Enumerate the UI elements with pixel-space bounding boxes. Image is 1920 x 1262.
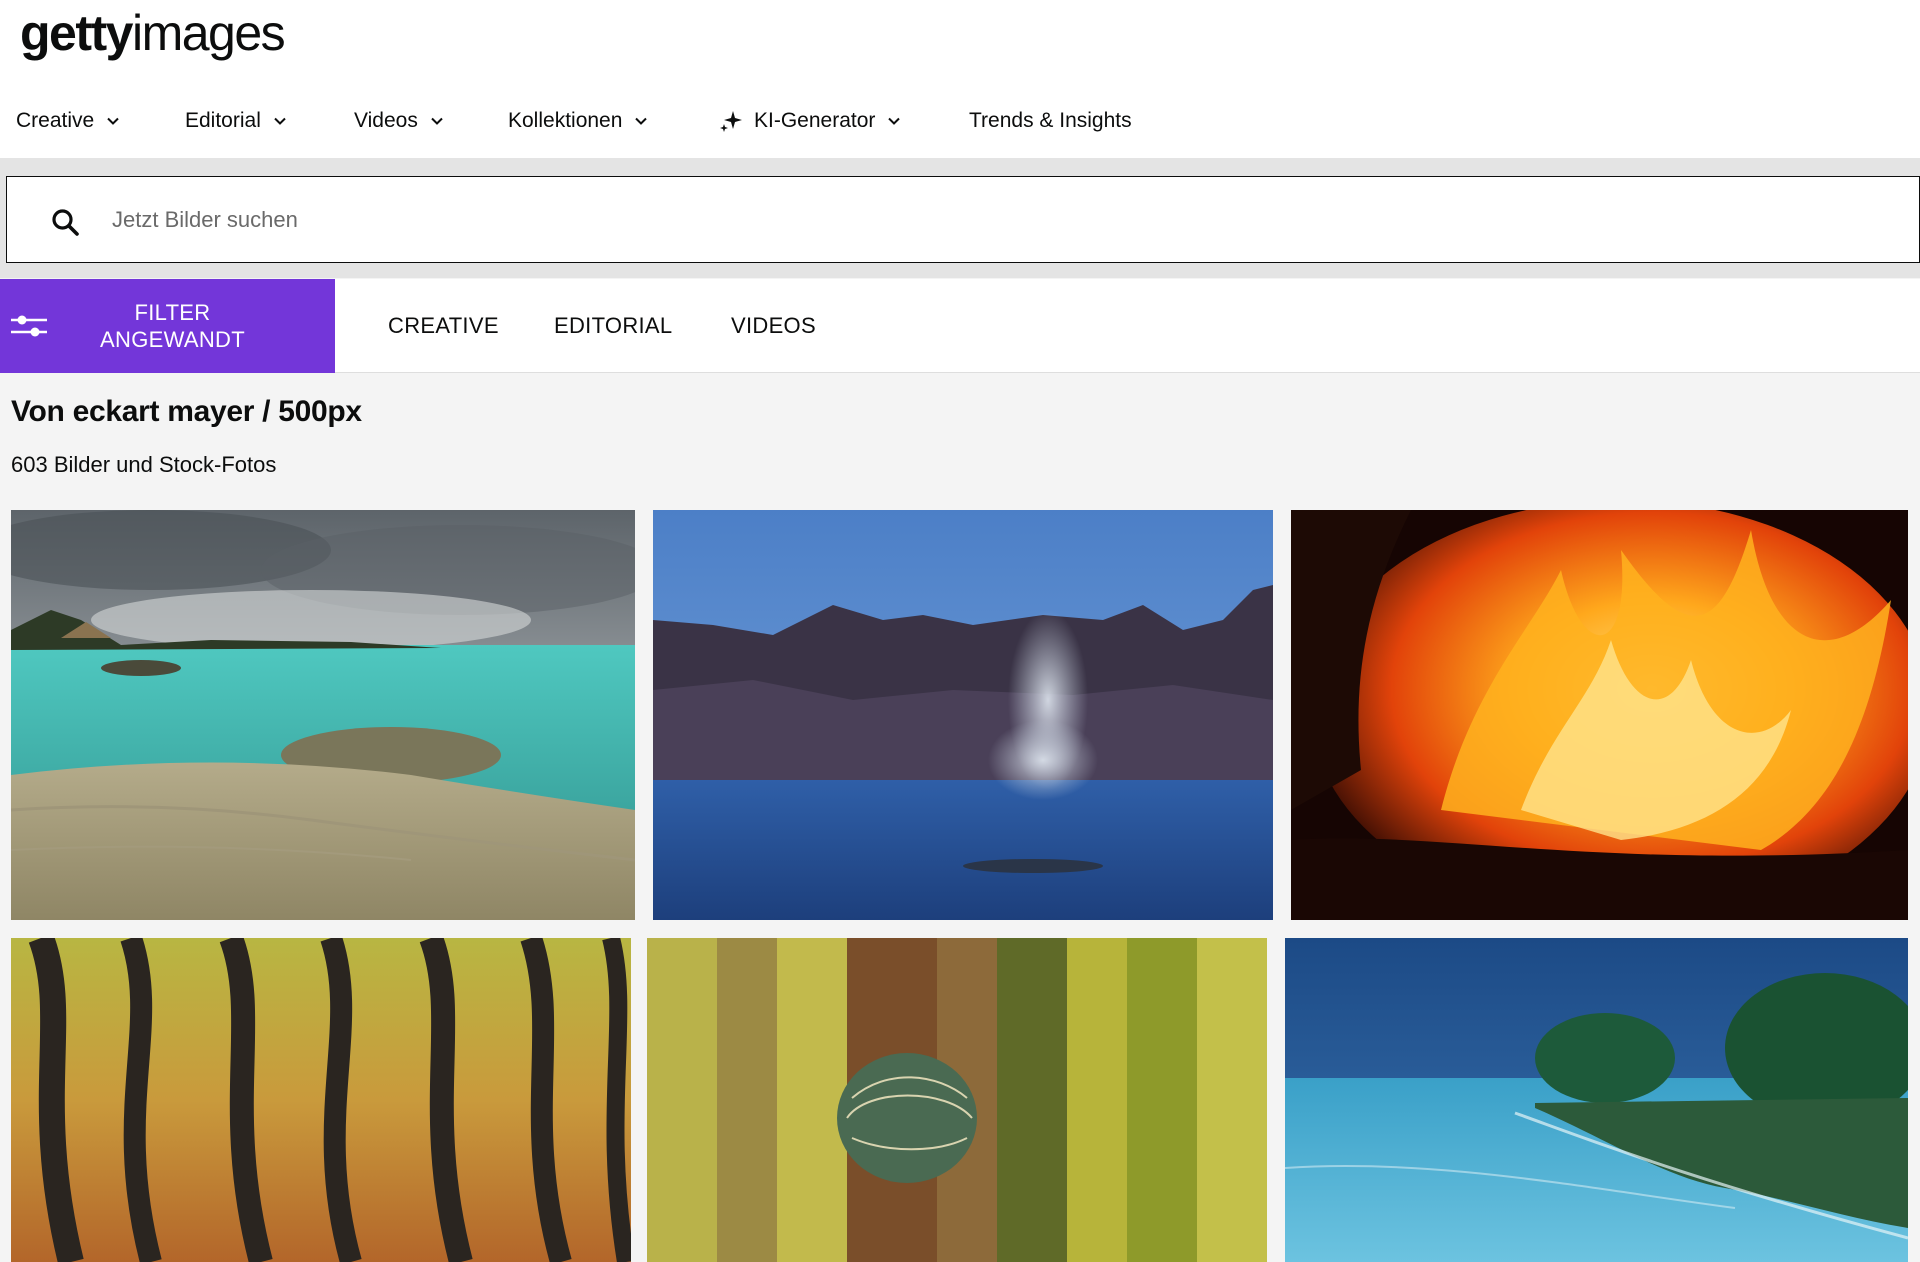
tab-editorial[interactable]: EDITORIAL xyxy=(554,279,672,373)
photo-whale[interactable] xyxy=(653,510,1273,920)
chevron-down-icon xyxy=(635,117,648,125)
nav-label: Videos xyxy=(354,109,418,132)
chevron-down-icon xyxy=(107,117,119,125)
photo-tropical-coast-image xyxy=(1285,938,1908,1262)
photo-tropical-coast[interactable] xyxy=(1285,938,1908,1262)
nav-label: KI-Generator xyxy=(754,109,876,132)
nav-trends-insights[interactable]: Trends & Insights xyxy=(969,100,1132,142)
photo-cactus-ball-image xyxy=(647,938,1267,1262)
nav-editorial[interactable]: Editorial xyxy=(185,100,287,142)
filter-label: FILTER ANGEWANDT xyxy=(100,300,245,352)
sparkle-icon xyxy=(720,111,742,132)
photo-whale-image xyxy=(653,510,1273,920)
search-icon[interactable] xyxy=(50,207,80,237)
site-header: gettyimages Creative Editorial Videos Ko… xyxy=(0,0,1920,158)
gettyimages-logo[interactable]: gettyimages xyxy=(20,8,286,58)
photo-fire[interactable] xyxy=(1291,510,1908,920)
nav-ki-generator[interactable]: KI-Generator xyxy=(718,100,901,142)
photo-cactus-ball[interactable] xyxy=(647,938,1267,1262)
nav-label: Editorial xyxy=(185,109,261,132)
tab-videos[interactable]: VIDEOS xyxy=(731,279,816,373)
search-input[interactable] xyxy=(112,196,1892,244)
nav-label: Creative xyxy=(16,109,95,132)
photo-cactus-spines-image xyxy=(11,938,631,1262)
result-count: 603 Bilder und Stock-Fotos xyxy=(11,452,277,477)
nav-label: Kollektionen xyxy=(508,109,623,132)
filter-applied-button[interactable]: FILTER ANGEWANDT xyxy=(0,279,335,373)
nav-label: Trends & Insights xyxy=(969,109,1132,132)
page-title: Von eckart mayer / 500px xyxy=(11,395,362,428)
photo-cactus-spines[interactable] xyxy=(11,938,631,1262)
chevron-down-icon xyxy=(431,117,443,125)
nav-videos[interactable]: Videos xyxy=(354,100,444,142)
tab-creative[interactable]: CREATIVE xyxy=(388,279,499,373)
photo-lagoon[interactable] xyxy=(11,510,635,920)
photo-fire-image xyxy=(1291,510,1908,920)
photo-lagoon-image xyxy=(11,510,635,920)
chevron-down-icon xyxy=(274,117,286,125)
nav-creative[interactable]: Creative xyxy=(16,100,120,142)
chevron-down-icon xyxy=(888,117,901,125)
main-navigation: Creative Editorial Videos Kollektionen K… xyxy=(0,100,1920,142)
nav-kollektionen[interactable]: Kollektionen xyxy=(508,100,648,142)
sliders-icon xyxy=(11,315,47,337)
